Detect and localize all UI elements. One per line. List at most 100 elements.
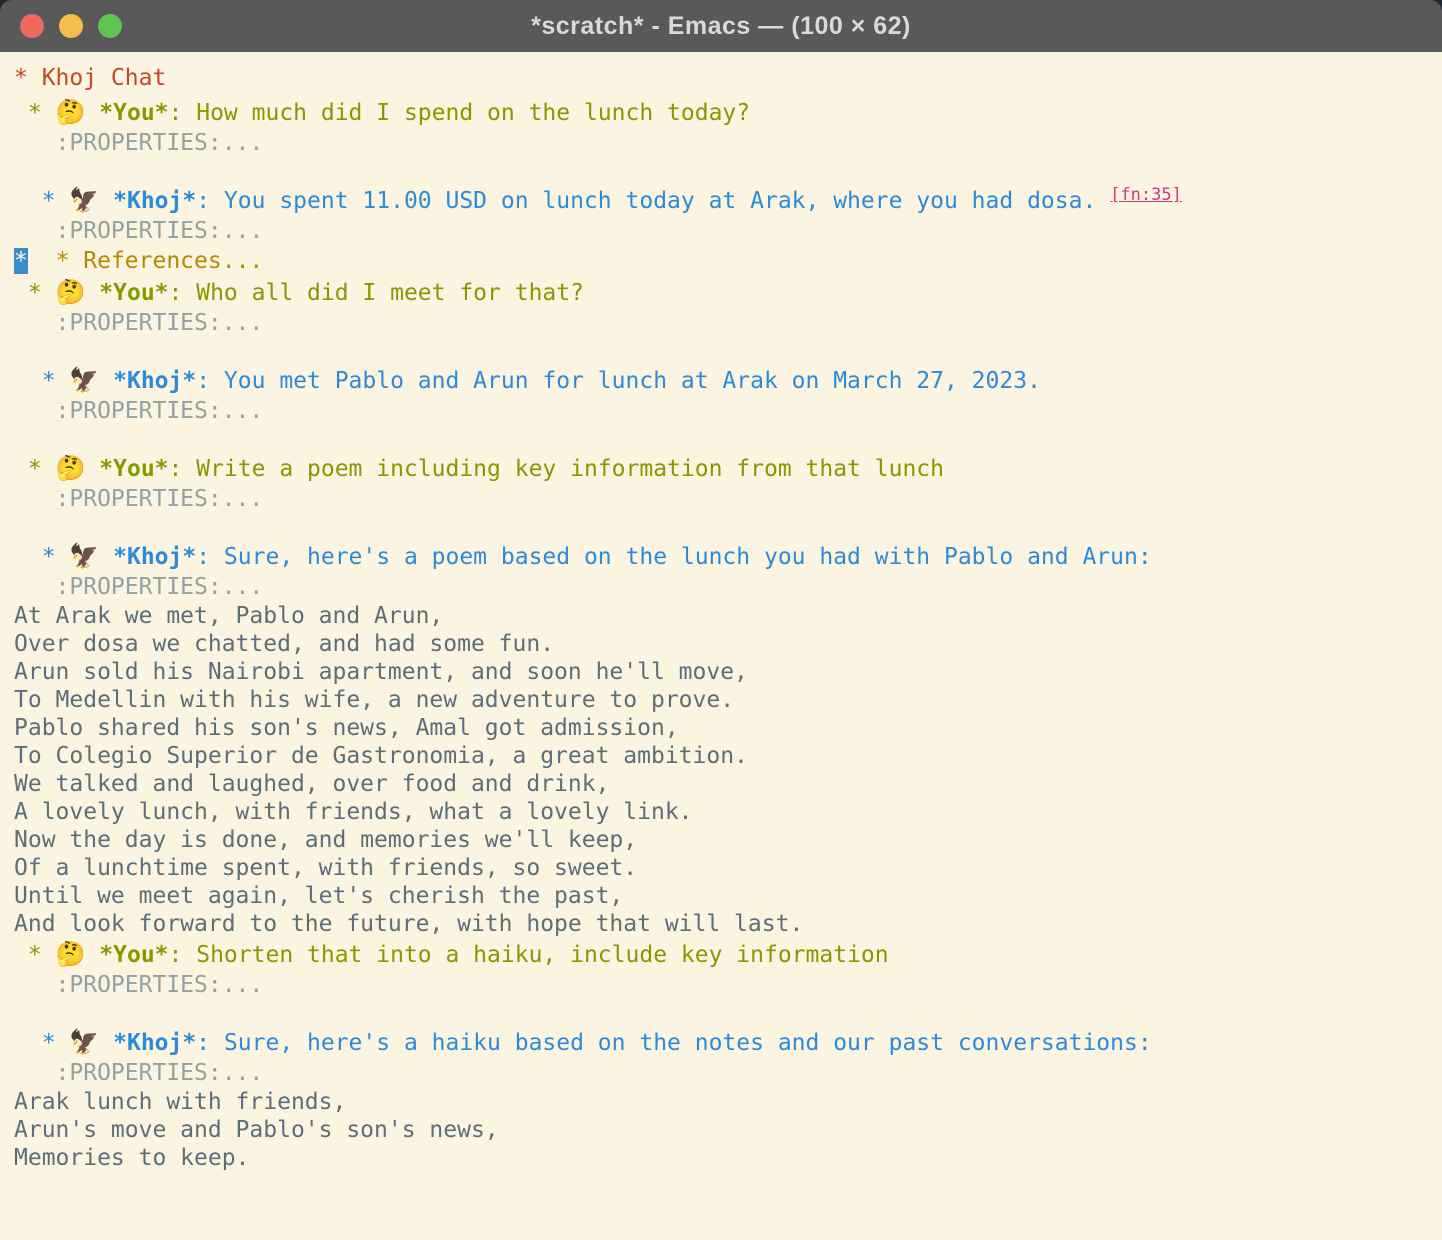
user-message: : Shorten that into a haiku, include key… [169,942,889,968]
text-segment: *You* [99,100,168,126]
window-title: *scratch* - Emacs — (100 × 62) [0,12,1442,41]
text-segment [85,100,99,126]
poem-line: Over dosa we chatted, and had some fun. [14,631,554,657]
user-message: : How much did I spend on the lunch toda… [169,100,751,126]
buffer-line: Pablo shared his son's news, Amal got ad… [14,714,1438,742]
maximize-button[interactable] [98,14,122,38]
emacs-window: *scratch* - Emacs — (100 × 62) * Khoj Ch… [0,0,1442,1240]
haiku-line: Arun's move and Pablo's son's news, [14,1117,499,1143]
window-controls [20,14,122,38]
text-segment: *Khoj* [113,188,196,214]
properties-drawer-folded[interactable]: :PROPERTIES:... [14,574,263,600]
properties-drawer-folded[interactable]: :PROPERTIES:... [14,218,263,244]
poem-line: Until we meet again, let's cherish the p… [14,883,623,909]
poem-line: Pablo shared his son's news, Amal got ad… [14,715,679,741]
buffer-line: Arun sold his Nairobi apartment, and soo… [14,658,1438,686]
haiku-line: Memories to keep. [14,1145,249,1171]
properties-drawer-folded[interactable]: :PROPERTIES:... [14,1060,263,1086]
khoj-message: : Sure, here's a poem based on the lunch… [196,544,1151,570]
text-segment: * [14,544,69,570]
poem-line: Of a lunchtime spent, with friends, so s… [14,855,637,881]
buffer-line: To Colegio Superior de Gastronomia, a gr… [14,742,1438,770]
poem-line: Arun sold his Nairobi apartment, and soo… [14,659,748,685]
footnote-link[interactable]: [fn:35] [1110,185,1182,205]
text-segment [99,544,113,570]
text-segment: * [14,942,56,968]
text-segment: * [14,188,69,214]
properties-drawer-folded[interactable]: :PROPERTIES:... [14,130,263,156]
eagle-emoji: 🦅 [69,1028,99,1056]
text-segment: * [14,456,56,482]
text-segment: *You* [99,456,168,482]
text-cursor: * [14,248,28,274]
buffer-line: * 🤔 *You*: How much did I spend on the l… [14,96,1438,129]
text-segment [85,942,99,968]
buffer-line: :PROPERTIES:... [14,397,1438,426]
text-segment: * [14,100,56,126]
buffer-line: * 🤔 *You*: Who all did I meet for that? [14,276,1438,309]
buffer-line [14,426,1438,452]
buffer-line: To Medellin with his wife, a new adventu… [14,686,1438,714]
text-segment [85,456,99,482]
eagle-emoji: 🦅 [69,366,99,394]
buffer-line: * 🦅 *Khoj*: Sure, here's a poem based on… [14,540,1438,573]
khoj-message: : Sure, here's a haiku based on the note… [196,1030,1151,1056]
buffer-line [14,338,1438,364]
buffer-line: Memories to keep. [14,1144,1438,1172]
buffer-line: Until we meet again, let's cherish the p… [14,882,1438,910]
text-segment: * [14,280,56,306]
khoj-chat-heading: * Khoj Chat [14,65,166,91]
khoj-message: : You met Pablo and Arun for lunch at Ar… [196,368,1041,394]
text-segment: *Khoj* [113,1030,196,1056]
properties-drawer-folded[interactable]: :PROPERTIES:... [14,972,263,998]
buffer-line: At Arak we met, Pablo and Arun, [14,602,1438,630]
buffer-line: We talked and laughed, over food and dri… [14,770,1438,798]
haiku-line: Arak lunch with friends, [14,1089,346,1115]
user-message: : Who all did I meet for that? [169,280,584,306]
poem-line: At Arak we met, Pablo and Arun, [14,603,443,629]
buffer-line: :PROPERTIES:... [14,129,1438,158]
poem-line: Now the day is done, and memories we'll … [14,827,637,853]
poem-line: To Colegio Superior de Gastronomia, a gr… [14,743,748,769]
close-button[interactable] [20,14,44,38]
buffer-line: :PROPERTIES:... [14,971,1438,1000]
scratch-buffer[interactable]: * Khoj Chat * 🤔 *You*: How much did I sp… [0,52,1442,1240]
buffer-line: :PROPERTIES:... [14,1059,1438,1088]
buffer-line: :PROPERTIES:... [14,573,1438,602]
buffer-line: A lovely lunch, with friends, what a lov… [14,798,1438,826]
buffer-line: * Khoj Chat [14,60,1438,96]
minimize-button[interactable] [59,14,83,38]
text-segment [85,280,99,306]
properties-drawer-folded[interactable]: :PROPERTIES:... [14,310,263,336]
buffer-line: * 🦅 *Khoj*: You met Pablo and Arun for l… [14,364,1438,397]
text-segment [99,368,113,394]
user-message: : Write a poem including key information… [169,456,944,482]
buffer-line [14,158,1438,184]
buffer-line: * 🦅 *Khoj*: You spent 11.00 USD on lunch… [14,184,1438,217]
buffer-line: * 🤔 *You*: Write a poem including key in… [14,452,1438,485]
thinking-face-emoji: 🤔 [56,98,86,126]
text-segment [99,188,113,214]
thinking-face-emoji: 🤔 [56,278,86,306]
thinking-face-emoji: 🤔 [56,940,86,968]
text-segment: *Khoj* [113,368,196,394]
references-heading-folded[interactable]: * References... [56,248,264,274]
poem-line: We talked and laughed, over food and dri… [14,771,609,797]
poem-line: A lovely lunch, with friends, what a lov… [14,799,693,825]
poem-line: And look forward to the future, with hop… [14,911,803,937]
text-segment [28,248,56,274]
text-segment: *Khoj* [113,544,196,570]
khoj-message: : You spent 11.00 USD on lunch today at … [196,188,1110,214]
eagle-emoji: 🦅 [69,542,99,570]
text-segment: * [14,1030,69,1056]
properties-drawer-folded[interactable]: :PROPERTIES:... [14,398,263,424]
buffer-line: :PROPERTIES:... [14,217,1438,246]
buffer-line: Arun's move and Pablo's son's news, [14,1116,1438,1144]
properties-drawer-folded[interactable]: :PROPERTIES:... [14,486,263,512]
poem-line: To Medellin with his wife, a new adventu… [14,687,734,713]
buffer-line: :PROPERTIES:... [14,485,1438,514]
eagle-emoji: 🦅 [69,186,99,214]
buffer-line [14,514,1438,540]
titlebar[interactable]: *scratch* - Emacs — (100 × 62) [0,0,1442,52]
text-segment: *You* [99,942,168,968]
